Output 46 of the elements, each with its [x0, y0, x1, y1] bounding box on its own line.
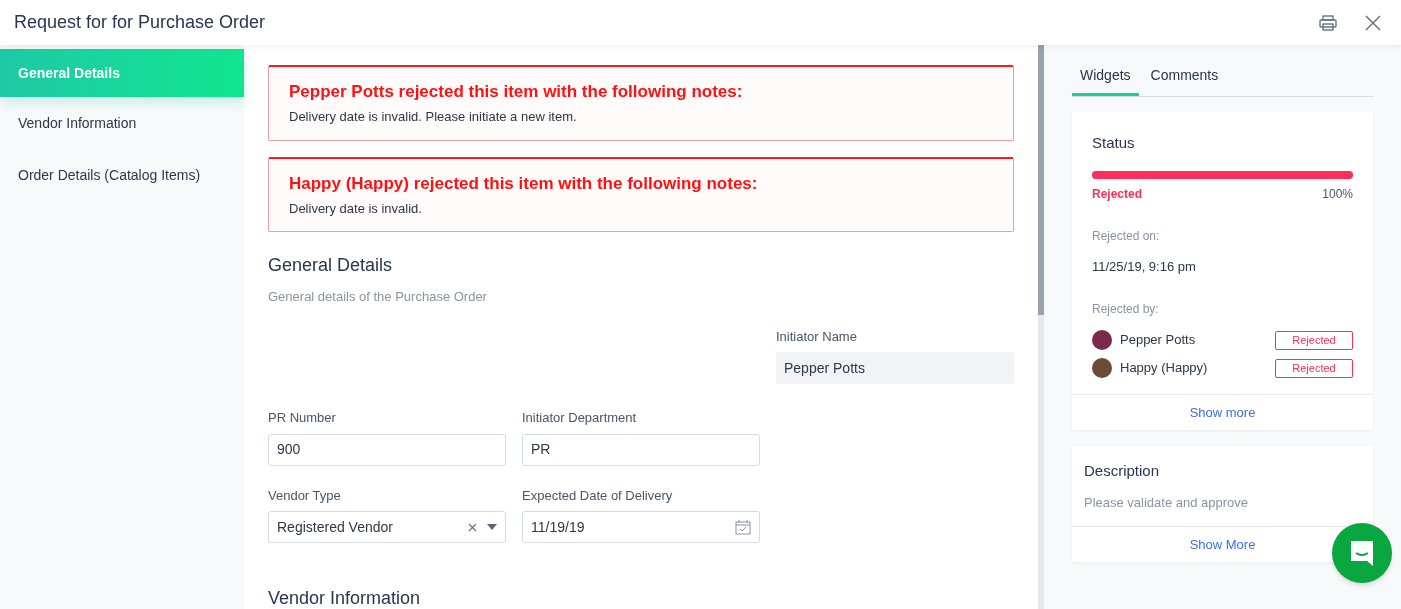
status-tag: Rejected: [1275, 330, 1353, 350]
description-text: Please validate and approve: [1084, 493, 1250, 512]
section-subtitle: General details of the Purchase Order: [268, 288, 488, 306]
by-label: Rejected by:: [1092, 301, 1160, 318]
status-percent: 100%: [1322, 185, 1353, 203]
person-name: Pepper Potts: [1120, 331, 1197, 350]
person-name: Happy (Happy): [1120, 359, 1209, 378]
status-tag: Rejected: [1275, 358, 1353, 378]
vendor-type-select[interactable]: Registered Vendor: [268, 511, 506, 543]
window-title: Request for for Purchase Order: [14, 11, 266, 34]
card-title: Description: [1084, 461, 1161, 481]
tab[interactable]: Widgets: [1072, 65, 1139, 96]
avatar: [1092, 358, 1112, 378]
alert-title: Pepper Potts rejected this item with the following notes:: [289, 81, 744, 103]
chat-icon: [1348, 539, 1376, 567]
sidebar-item[interactable]: Vendor Information: [0, 97, 244, 149]
field-label: PR Number: [268, 409, 337, 427]
clear-icon[interactable]: [468, 522, 477, 532]
date-field[interactable]: 11/19/19: [522, 511, 760, 543]
initiator-name-field[interactable]: Pepper Potts: [776, 352, 1014, 384]
card-title: Status: [1092, 133, 1136, 153]
rejected-date: 11/25/19, 9:16 pm: [1092, 257, 1197, 276]
status-label: Rejected: [1092, 185, 1143, 203]
field-label: Initiator Name: [776, 327, 858, 346]
section-title: Vendor Information: [268, 587, 422, 609]
print-icon[interactable]: [1319, 14, 1337, 31]
show-more-link[interactable]: Show More: [1189, 534, 1256, 555]
field-label: Expected Date of Delivery: [522, 486, 674, 505]
date-label: Rejected on:: [1092, 227, 1161, 245]
scrollbar-thumb[interactable]: [1038, 45, 1044, 315]
sidebar-item[interactable]: Order Details (Catalog Items): [0, 149, 244, 201]
alert-note: Delivery date is invalid. Please initiate a new item.: [289, 108, 578, 126]
chat-button[interactable]: [1332, 523, 1392, 583]
alert-note: Delivery date is invalid.: [289, 199, 423, 218]
calendar-icon[interactable]: [735, 519, 751, 535]
alert-title: Happy (Happy) rejected this item with the following notes:: [289, 172, 759, 195]
field-label: Vendor Type: [268, 486, 342, 505]
pr-number-field[interactable]: 900: [268, 433, 506, 466]
avatar: [1092, 330, 1112, 350]
show-more-link[interactable]: Show more: [1189, 402, 1256, 423]
field-label: Initiator Department: [522, 409, 638, 427]
tab[interactable]: Comments: [1142, 65, 1227, 96]
section-title: General Details: [268, 254, 394, 277]
close-icon[interactable]: [1365, 14, 1381, 31]
department-field[interactable]: PR: [522, 433, 760, 466]
caret-icon[interactable]: [487, 524, 497, 530]
